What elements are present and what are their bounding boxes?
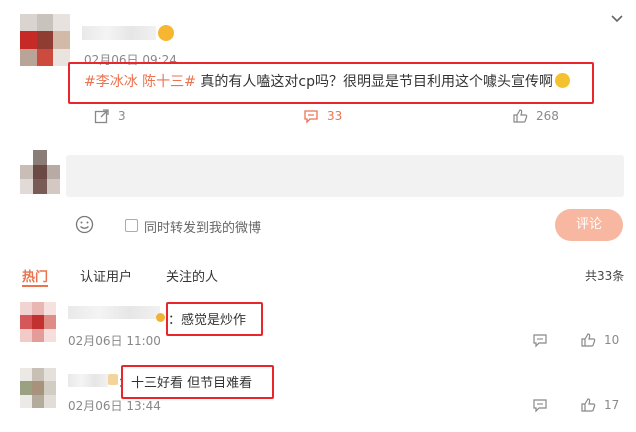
my-avatar — [20, 150, 60, 194]
thumbs-up-icon — [512, 108, 528, 124]
comment-avatar[interactable] — [20, 302, 56, 342]
comment-input[interactable] — [66, 155, 624, 197]
smiley-icon[interactable] — [75, 215, 94, 234]
comment-highlight-box — [166, 302, 263, 336]
comment-like-count: 10 — [604, 333, 620, 347]
comment-like-button[interactable]: 10 — [580, 332, 619, 348]
comment-avatar[interactable] — [20, 368, 56, 408]
repost-checkbox-label: 同时转发到我的微博 — [144, 221, 262, 236]
comment-total: 共33条 — [585, 269, 625, 283]
comment-like-count: 17 — [604, 398, 620, 412]
repost-icon — [94, 108, 110, 124]
tab-hot-underline — [22, 285, 48, 287]
thumbs-up-icon — [580, 397, 596, 413]
post-avatar[interactable] — [20, 14, 70, 66]
thumbs-up-icon — [580, 332, 596, 348]
post-username[interactable] — [82, 26, 156, 40]
comment-username[interactable] — [68, 306, 160, 319]
comment-timestamp: 02月06日 11:00 — [68, 334, 161, 348]
repost-count: 3 — [118, 109, 126, 123]
comment-like-button[interactable]: 17 — [580, 397, 619, 413]
repost-button[interactable]: 3 — [94, 108, 126, 124]
reply-icon[interactable] — [532, 332, 548, 348]
chevron-down-icon[interactable] — [610, 14, 624, 24]
comment-username[interactable] — [68, 374, 108, 387]
comment-timestamp: 02月06日 13:44 — [68, 399, 161, 413]
comment-button[interactable]: 33 — [303, 108, 342, 124]
tab-hot[interactable]: 热门 — [22, 266, 48, 285]
tab-following[interactable]: 关注的人 — [166, 266, 218, 285]
tab-verified-users[interactable]: 认证用户 — [80, 266, 132, 285]
comment-count: 33 — [327, 109, 343, 123]
like-button[interactable]: 268 — [512, 108, 559, 124]
badge-icon — [108, 374, 118, 385]
like-count: 268 — [536, 109, 559, 123]
reply-icon[interactable] — [532, 397, 548, 413]
repost-checkbox[interactable] — [125, 219, 138, 232]
emoji-icon — [158, 25, 174, 41]
post-highlight-box — [68, 62, 594, 104]
comment-icon — [303, 108, 319, 124]
badge-icon — [156, 313, 165, 322]
comment-highlight-box — [121, 365, 274, 399]
submit-comment-button[interactable]: 评论 — [555, 209, 623, 241]
